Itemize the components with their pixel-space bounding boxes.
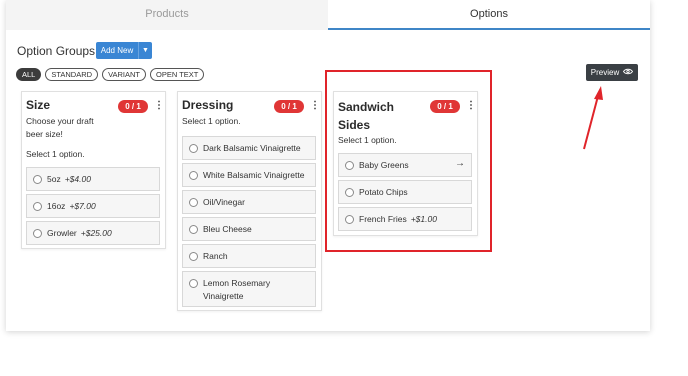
radio-button[interactable] xyxy=(189,279,198,288)
filter-chips: ALL STANDARD VARIANT OPEN TEXT xyxy=(16,68,205,81)
add-new-button[interactable]: Add New ▼ xyxy=(96,42,152,59)
option-growler[interactable]: Growler +$25.00 xyxy=(26,221,160,245)
tab-options[interactable]: Options xyxy=(328,0,650,30)
filter-variant[interactable]: VARIANT xyxy=(102,68,147,81)
option-lemon-rosemary[interactable]: Lemon Rosemary Vinaigrette xyxy=(182,271,316,307)
radio-button[interactable] xyxy=(189,252,198,261)
card-instruction: Select 1 option. xyxy=(182,116,241,126)
kebab-menu-icon[interactable]: ⋮ xyxy=(310,100,320,111)
option-price: +$25.00 xyxy=(80,228,112,238)
option-dark-balsamic[interactable]: Dark Balsamic Vinaigrette xyxy=(182,136,316,160)
option-white-balsamic[interactable]: White Balsamic Vinaigrette xyxy=(182,163,316,187)
option-ranch[interactable]: Ranch xyxy=(182,244,316,268)
radio-button[interactable] xyxy=(189,198,198,207)
option-group-card-size[interactable]: Size 0 / 1 ⋮ Choose your draft beer size… xyxy=(21,91,166,249)
preview-label: Preview xyxy=(590,68,620,77)
option-label: Ranch xyxy=(203,251,228,261)
caret-down-icon[interactable]: ▼ xyxy=(138,42,152,59)
radio-button[interactable] xyxy=(189,225,198,234)
filter-standard[interactable]: STANDARD xyxy=(45,68,99,81)
radio-button[interactable] xyxy=(33,229,42,238)
highlight-box xyxy=(325,70,492,252)
option-label: Oil/Vinegar xyxy=(203,197,245,207)
kebab-menu-icon[interactable]: ⋮ xyxy=(154,100,164,111)
option-oil-vinegar[interactable]: Oil/Vinegar xyxy=(182,190,316,214)
option-label: Growler xyxy=(47,228,77,238)
card-instruction: Select 1 option. xyxy=(26,149,85,159)
filter-all[interactable]: ALL xyxy=(16,68,42,81)
option-label: Bleu Cheese xyxy=(203,224,252,234)
option-16oz[interactable]: 16oz +$7.00 xyxy=(26,194,160,218)
tab-products[interactable]: Products xyxy=(6,0,328,30)
preview-button[interactable]: Preview xyxy=(586,64,638,81)
radio-button[interactable] xyxy=(33,202,42,211)
radio-button[interactable] xyxy=(33,175,42,184)
selection-count-badge: 0 / 1 xyxy=(118,100,148,113)
selection-count-badge: 0 / 1 xyxy=(274,100,304,113)
option-5oz[interactable]: 5oz +$4.00 xyxy=(26,167,160,191)
option-label: 5oz xyxy=(47,174,61,184)
section-title: Option Groups xyxy=(17,44,96,58)
radio-button[interactable] xyxy=(189,144,198,153)
card-description: Choose your draft beer size! xyxy=(26,116,94,139)
option-label: Lemon Rosemary Vinaigrette xyxy=(203,278,271,301)
card-title: Dressing xyxy=(182,98,234,112)
option-label: 16oz xyxy=(47,201,66,211)
filter-open-text[interactable]: OPEN TEXT xyxy=(150,68,205,81)
eye-icon xyxy=(623,68,634,77)
tab-bar: Products Options xyxy=(6,0,650,30)
option-price: +$4.00 xyxy=(64,174,91,184)
card-title: Size xyxy=(26,98,51,112)
option-group-card-dressing[interactable]: Dressing 0 / 1 ⋮ Select 1 option. Dark B… xyxy=(177,91,322,311)
add-new-label: Add New xyxy=(100,46,134,55)
option-label: White Balsamic Vinaigrette xyxy=(203,170,305,180)
radio-button[interactable] xyxy=(189,171,198,180)
option-price: +$7.00 xyxy=(69,201,96,211)
option-bleu-cheese[interactable]: Bleu Cheese xyxy=(182,217,316,241)
option-label: Dark Balsamic Vinaigrette xyxy=(203,143,301,153)
